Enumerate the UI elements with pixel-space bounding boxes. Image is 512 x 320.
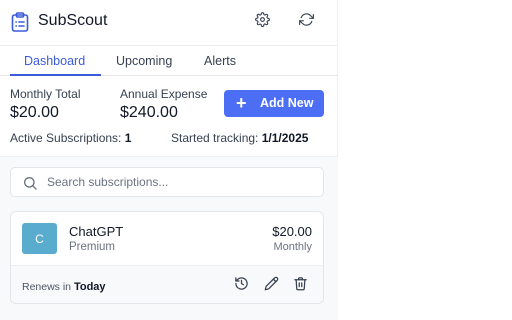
started-tracking-date: 1/1/2025 [261,131,309,145]
app-header: SubScout [0,0,338,46]
monthly-total-label: Monthly Total [10,87,81,101]
pencil-icon [264,276,279,296]
subscription-plan: Premium [69,241,116,253]
subscription-name: ChatGPT [69,224,124,239]
subscription-price: $20.00 [272,224,312,239]
started-tracking-label: Started tracking: [171,131,259,145]
search-icon [22,175,38,191]
active-subscriptions-count: 1 [124,131,132,145]
renews-label: Renews in [22,281,72,293]
refresh-button[interactable] [296,12,316,32]
active-subscriptions-stat: Active Subscriptions: 1 [10,131,131,145]
add-new-button[interactable]: + Add New [224,90,324,117]
card-footer: Renews in Today [11,265,323,303]
subscriptions-section: C ChatGPT Premium $20.00 Monthly Renews … [0,156,338,320]
monthly-total-value: $20.00 [10,104,59,121]
active-subscriptions-label: Active Subscriptions: [10,131,122,145]
avatar: C [22,223,57,254]
history-button[interactable] [233,276,249,296]
renews-value: Today [73,281,106,293]
plus-icon: + [236,93,247,113]
history-icon [234,276,249,296]
clipboard-list-icon [11,12,29,32]
gear-icon [254,12,270,32]
renewal-info: Renews in Today [22,281,106,293]
started-tracking-stat: Started tracking: 1/1/2025 [171,131,308,145]
active-tab-indicator [10,74,101,76]
delete-button[interactable] [292,276,308,296]
search-box[interactable] [10,167,324,197]
subscription-card[interactable]: C ChatGPT Premium $20.00 Monthly Renews … [10,211,324,304]
app-panel: SubScout Dashboard Upcoming Alerts Month… [0,0,338,320]
tab-dashboard[interactable]: Dashboard [24,54,85,68]
tab-bar: Dashboard Upcoming Alerts [0,47,338,76]
tab-alerts[interactable]: Alerts [204,54,236,68]
annual-expense-label: Annual Expense [120,87,208,101]
settings-button[interactable] [252,12,272,32]
add-new-label: Add New [260,96,314,110]
trash-icon [293,276,308,296]
app-title: SubScout [38,12,108,29]
edit-button[interactable] [263,276,279,296]
annual-expense-value: $240.00 [120,104,178,121]
refresh-icon [298,12,314,32]
billing-cycle: Monthly [273,241,312,253]
tab-upcoming[interactable]: Upcoming [116,54,172,68]
search-input[interactable] [47,173,315,191]
